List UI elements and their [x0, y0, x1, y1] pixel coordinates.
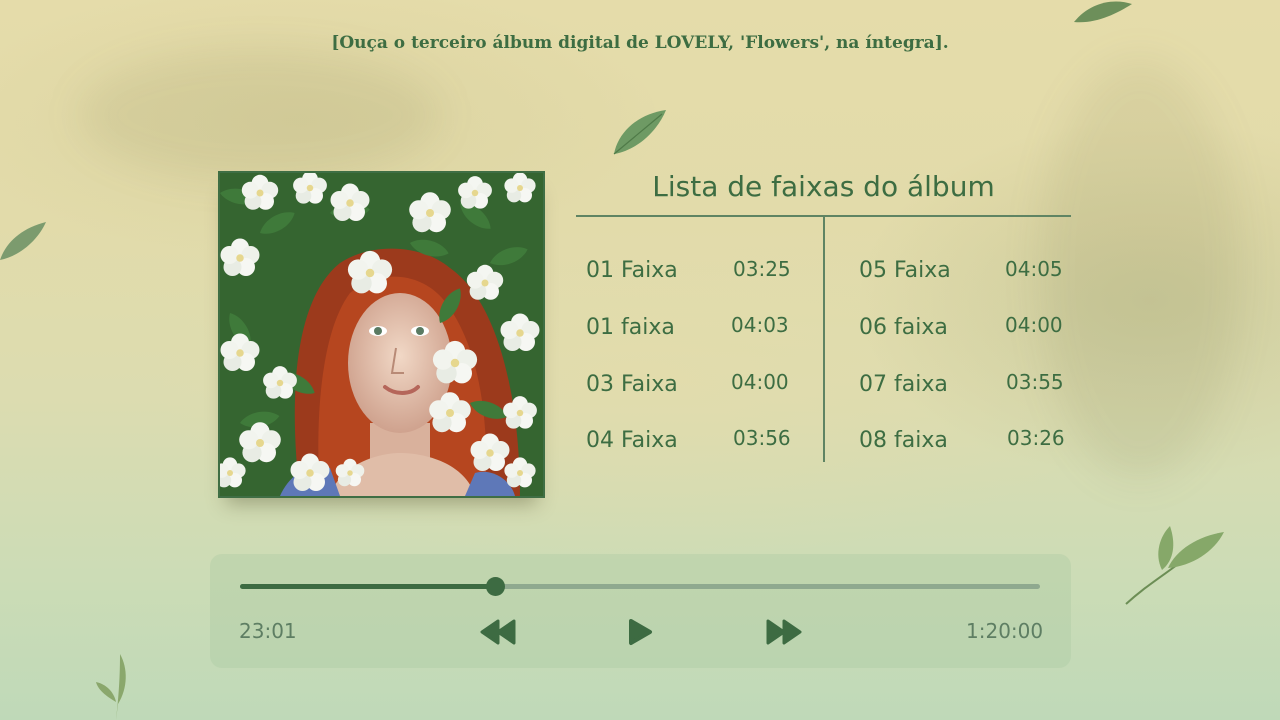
track-duration: 04:05 [1005, 257, 1063, 281]
leaf-icon [96, 654, 126, 720]
leaf-icon [1074, 1, 1132, 23]
tracklist-title: Lista de faixas do álbum [652, 170, 995, 203]
leaf-icon [1125, 526, 1224, 605]
track-name[interactable]: 04 Faixa [586, 428, 678, 453]
rewind-icon[interactable] [480, 618, 518, 646]
album-cover [218, 171, 545, 498]
background-shadow [1040, 60, 1240, 480]
play-icon[interactable] [626, 618, 654, 646]
background-shadow [80, 50, 440, 180]
tracklist-divider-vertical [823, 217, 825, 462]
fast-forward-icon[interactable] [764, 618, 802, 646]
progress-fill [240, 584, 496, 589]
track-duration: 03:55 [1006, 370, 1064, 394]
track-duration: 04:00 [731, 370, 789, 394]
track-name[interactable]: 07 faixa [859, 372, 948, 397]
progress-bar[interactable] [240, 577, 1040, 596]
track-name[interactable]: 03 Faixa [586, 372, 678, 397]
track-duration: 03:25 [733, 257, 791, 281]
album-cover-art [220, 173, 543, 496]
headline: [Ouça o terceiro álbum digital de LOVELY… [331, 33, 949, 53]
progress-knob[interactable] [486, 577, 505, 596]
player-panel [210, 554, 1071, 668]
leaf-icon [613, 110, 666, 155]
track-name[interactable]: 08 faixa [859, 428, 948, 453]
track-name[interactable]: 01 faixa [586, 315, 675, 340]
current-time: 23:01 [239, 619, 297, 643]
track-duration: 03:56 [733, 426, 791, 450]
track-name[interactable]: 01 Faixa [586, 258, 678, 283]
track-name[interactable]: 05 Faixa [859, 258, 951, 283]
track-name[interactable]: 06 faixa [859, 315, 948, 340]
total-time: 1:20:00 [966, 619, 1044, 643]
track-duration: 04:03 [731, 313, 789, 337]
track-duration: 04:00 [1005, 313, 1063, 337]
track-duration: 03:26 [1007, 426, 1065, 450]
leaf-icon [0, 222, 46, 260]
